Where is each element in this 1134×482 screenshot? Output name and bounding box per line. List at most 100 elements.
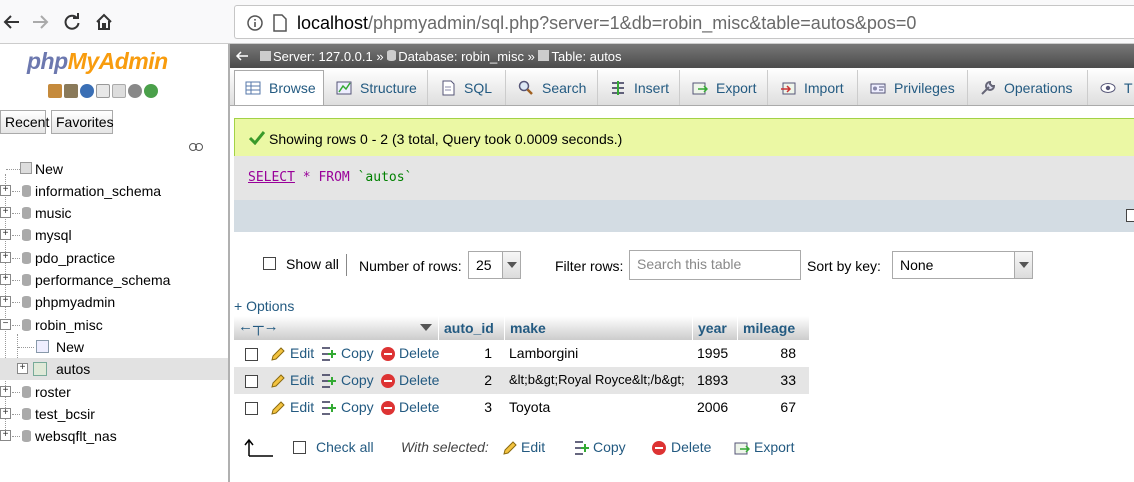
- expand-icon[interactable]: +: [0, 386, 11, 397]
- delete-link[interactable]: Delete: [399, 372, 439, 388]
- delete-link[interactable]: Delete: [399, 345, 439, 361]
- edit-link[interactable]: Edit: [290, 399, 314, 415]
- breadcrumb-database[interactable]: Database: robin_misc: [398, 49, 524, 64]
- tree-item-test-bcsir[interactable]: + test_bcsir: [0, 403, 228, 425]
- tab-import[interactable]: Import: [770, 70, 858, 105]
- profiling-checkbox[interactable]: [1126, 209, 1134, 222]
- bulk-edit-button[interactable]: Edit: [521, 439, 545, 455]
- tab-structure[interactable]: Structure: [326, 70, 428, 105]
- delete-link[interactable]: Delete: [399, 399, 439, 415]
- tree-item-music[interactable]: + music: [0, 202, 228, 224]
- tree-item-autos[interactable]: + autos: [0, 358, 228, 380]
- cell-year[interactable]: 2006: [697, 399, 728, 415]
- row-checkbox[interactable]: [245, 348, 258, 361]
- column-header-auto-id[interactable]: auto_id: [438, 316, 504, 340]
- address-bar[interactable]: localhost/phpmyadmin/sql.php?server=1&db…: [234, 5, 1134, 39]
- sql-keyword-select[interactable]: SELECT: [248, 170, 295, 185]
- bulk-export-button[interactable]: Export: [754, 439, 794, 455]
- home-icon[interactable]: [92, 10, 116, 34]
- tree-item-phpmyadmin[interactable]: + phpmyadmin: [0, 291, 228, 313]
- reload-icon[interactable]: [60, 10, 84, 34]
- tree-item-websqflt-nas[interactable]: + websqflt_nas: [0, 425, 228, 447]
- gear-icon[interactable]: [128, 84, 142, 98]
- column-header-year[interactable]: year: [692, 316, 737, 340]
- back-icon[interactable]: [0, 10, 24, 34]
- expand-icon[interactable]: +: [0, 252, 11, 263]
- tab-privileges[interactable]: Privileges: [860, 70, 968, 105]
- expand-icon[interactable]: +: [0, 229, 11, 240]
- collapse-arrow-icon[interactable]: [234, 48, 250, 64]
- column-arrows-icon[interactable]: ←┬→: [238, 318, 279, 335]
- logout-icon[interactable]: [64, 84, 78, 98]
- sort-by-key-select[interactable]: None: [892, 251, 1033, 279]
- tree-item-roster[interactable]: + roster: [0, 381, 228, 403]
- copy-link[interactable]: Copy: [341, 372, 374, 388]
- home-icon[interactable]: [48, 84, 62, 98]
- show-all-checkbox[interactable]: [263, 257, 276, 270]
- collapse-icon[interactable]: −: [0, 319, 11, 330]
- link-icon[interactable]: [189, 143, 203, 151]
- tree-item-robin-misc[interactable]: − robin_misc: [0, 314, 228, 336]
- cell-mileage[interactable]: 67: [737, 399, 796, 415]
- cell-make[interactable]: &lt;b&gt;Royal Royce&lt;/b&gt;: [509, 372, 685, 387]
- breadcrumb-table[interactable]: Table: autos: [551, 49, 621, 64]
- cell-auto-id[interactable]: 3: [438, 399, 492, 415]
- check-all-checkbox[interactable]: [293, 441, 306, 454]
- info-icon[interactable]: [247, 15, 263, 31]
- copy-icon[interactable]: [112, 84, 126, 98]
- copy-link[interactable]: Copy: [341, 399, 374, 415]
- tab-recent[interactable]: Recent: [0, 110, 49, 134]
- tree-item-new[interactable]: New: [0, 158, 228, 180]
- forward-icon[interactable]: [28, 10, 52, 34]
- tab-sql[interactable]: SQL: [430, 70, 506, 105]
- tree-item-pdo-practice[interactable]: + pdo_practice: [0, 247, 228, 269]
- expand-icon[interactable]: +: [0, 430, 11, 441]
- row-checkbox[interactable]: [245, 402, 258, 415]
- cell-auto-id[interactable]: 2: [438, 372, 492, 388]
- docs-icon[interactable]: [96, 84, 110, 98]
- tree-item-performance-schema[interactable]: + performance_schema: [0, 269, 228, 291]
- tree-item-information-schema[interactable]: + information_schema: [0, 180, 228, 202]
- tab-insert[interactable]: Insert: [600, 70, 680, 105]
- tree-item-new-table[interactable]: New: [0, 336, 228, 358]
- edit-link[interactable]: Edit: [290, 372, 314, 388]
- cell-year[interactable]: 1893: [697, 372, 728, 388]
- tab-favorites[interactable]: Favorites: [51, 110, 114, 134]
- options-link[interactable]: + Options: [234, 298, 294, 314]
- cell-make[interactable]: Toyota: [509, 399, 550, 415]
- column-header-mileage[interactable]: mileage: [737, 316, 809, 340]
- copy-link[interactable]: Copy: [341, 345, 374, 361]
- panel-divider[interactable]: [228, 44, 230, 482]
- tab-triggers[interactable]: T: [1090, 70, 1134, 105]
- expand-icon[interactable]: +: [0, 274, 11, 285]
- tab-browse[interactable]: Browse: [234, 70, 324, 105]
- phpmyadmin-logo[interactable]: phpMyAdmin: [27, 48, 168, 75]
- number-of-rows-select[interactable]: 25: [468, 251, 521, 279]
- expand-icon[interactable]: +: [0, 185, 11, 196]
- cell-mileage[interactable]: 88: [737, 345, 796, 361]
- expand-icon[interactable]: +: [0, 296, 11, 307]
- cell-year[interactable]: 1995: [697, 345, 728, 361]
- column-header-make[interactable]: make: [504, 316, 694, 340]
- expand-icon[interactable]: +: [17, 363, 28, 374]
- check-all-label[interactable]: Check all: [316, 439, 374, 455]
- reload-icon[interactable]: [144, 84, 158, 98]
- tab-search[interactable]: Search: [508, 70, 598, 105]
- breadcrumb-server[interactable]: Server: 127.0.0.1: [273, 49, 373, 64]
- bulk-delete-button[interactable]: Delete: [671, 439, 711, 455]
- url-text[interactable]: localhost/phpmyadmin/sql.php?server=1&db…: [297, 13, 916, 34]
- cell-auto-id[interactable]: 1: [438, 345, 492, 361]
- expand-icon[interactable]: +: [0, 408, 11, 419]
- help-icon[interactable]: [80, 84, 94, 98]
- tree-item-mysql[interactable]: + mysql: [0, 224, 228, 246]
- edit-link[interactable]: Edit: [290, 345, 314, 361]
- row-checkbox[interactable]: [245, 375, 258, 388]
- tab-operations[interactable]: Operations: [970, 70, 1088, 105]
- expand-icon[interactable]: +: [0, 207, 11, 218]
- cell-make[interactable]: Lamborgini: [509, 345, 578, 361]
- sort-dropdown-icon[interactable]: [420, 324, 432, 331]
- cell-mileage[interactable]: 33: [737, 372, 796, 388]
- filter-rows-input[interactable]: Search this table: [629, 250, 801, 280]
- show-all-label[interactable]: Show all: [286, 256, 339, 272]
- bulk-copy-button[interactable]: Copy: [593, 439, 626, 455]
